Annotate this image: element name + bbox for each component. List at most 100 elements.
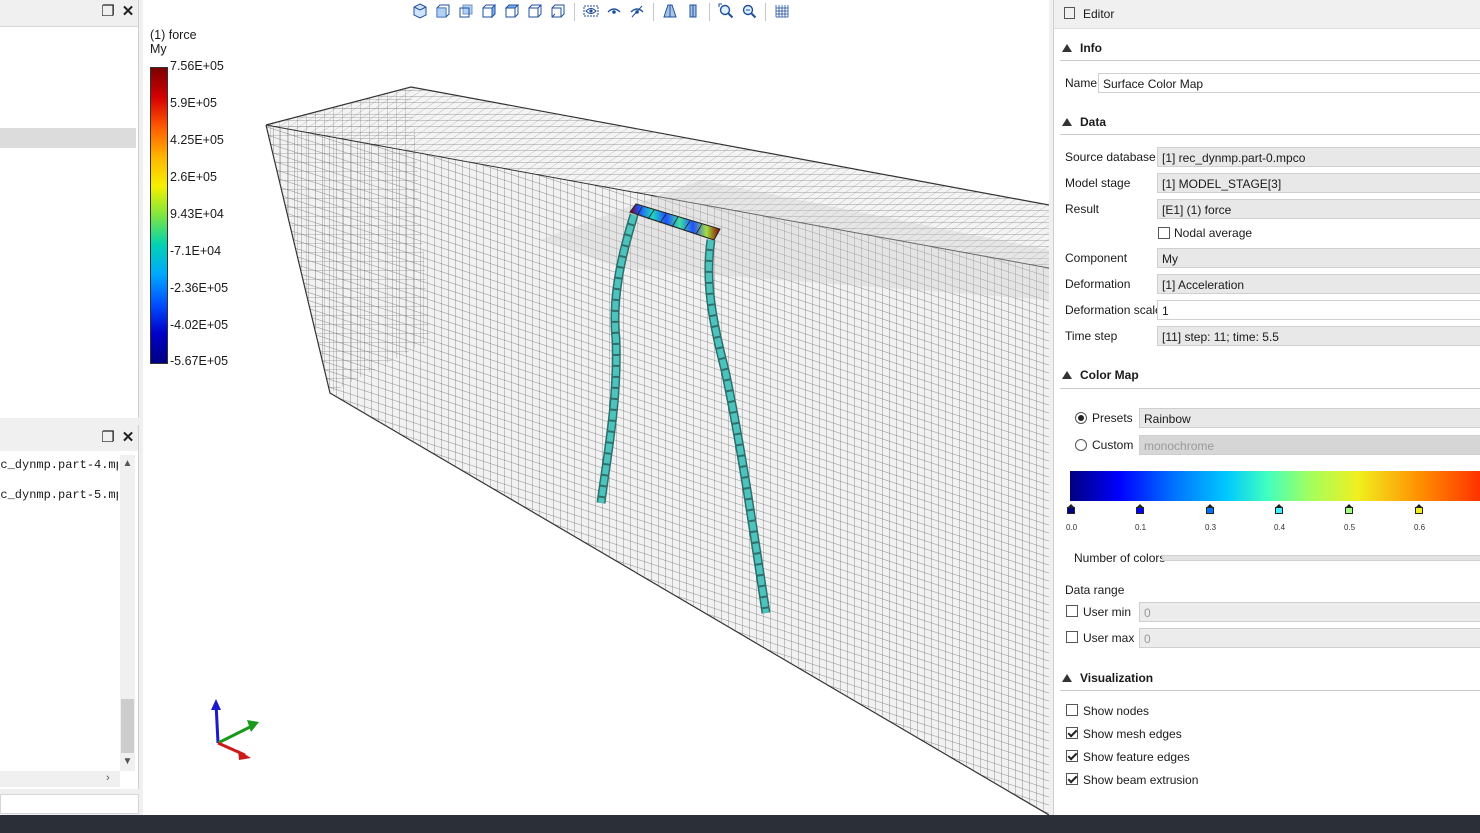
section-visualization[interactable]: Visualization — [1062, 671, 1153, 685]
restore-window-icon[interactable]: ❐ — [100, 430, 116, 446]
scrollbar-thumb[interactable] — [121, 699, 134, 753]
section-label: Info — [1080, 41, 1102, 55]
collapse-icon — [1062, 371, 1072, 379]
collapse-icon — [1062, 44, 1072, 52]
time-step-select[interactable]: [11] step: 11; time: 5.5 — [1157, 326, 1480, 346]
left-bottom-bar — [0, 794, 139, 814]
deformation-label: Deformation — [1065, 277, 1131, 291]
show-beam-extrusion-checkbox[interactable] — [1066, 773, 1078, 785]
show-feature-edges-checkbox[interactable] — [1066, 750, 1078, 762]
presets-radio[interactable] — [1075, 412, 1087, 424]
tree-selected-row[interactable] — [0, 128, 136, 148]
color-stop[interactable] — [1275, 504, 1283, 514]
color-stop-label: 0.0 — [1066, 523, 1078, 532]
custom-label: Custom — [1092, 438, 1134, 452]
data-range-label: Data range — [1065, 583, 1125, 597]
scroll-up-icon[interactable]: ▲ — [120, 457, 135, 471]
presets-select[interactable]: Rainbow — [1139, 408, 1480, 428]
horizontal-scrollbar[interactable]: › — [0, 771, 120, 787]
result-select[interactable]: [E1] (1) force — [1157, 199, 1480, 219]
user-min-input[interactable]: 0 — [1139, 602, 1480, 622]
legend-title-block: (1) force My — [150, 28, 197, 56]
eye-slash-icon[interactable] — [627, 1, 647, 21]
number-of-colors-slider[interactable] — [1162, 555, 1480, 561]
perspective-icon[interactable] — [660, 1, 680, 21]
custom-radio[interactable] — [1075, 439, 1087, 451]
file-item[interactable]: rec_dynmp.part-4.mpco — [0, 458, 118, 472]
grid-icon[interactable] — [772, 1, 792, 21]
view-back-icon[interactable] — [456, 1, 476, 21]
restore-window-icon[interactable]: ❐ — [100, 4, 116, 20]
status-bar — [0, 815, 1480, 833]
scroll-down-icon[interactable]: ▼ — [120, 755, 135, 769]
section-color-map[interactable]: Color Map — [1062, 368, 1139, 382]
section-label: Visualization — [1080, 671, 1154, 685]
legend-label: 5.9E+05 — [170, 96, 217, 110]
file-list-header: ❐ ✕ — [0, 425, 138, 451]
show-beam-extrusion-label: Show beam extrusion — [1083, 773, 1199, 787]
legend-label: -2.36E+05 — [170, 281, 229, 295]
section-info[interactable]: Info — [1062, 41, 1102, 55]
editor-panel: Editor Info Name Surface Color Map Data … — [1053, 0, 1480, 815]
toolbar-separator — [765, 3, 766, 21]
section-data[interactable]: Data — [1062, 115, 1106, 129]
deformation-select[interactable]: [1] Acceleration — [1157, 274, 1480, 294]
section-label: Data — [1080, 115, 1107, 129]
color-stop[interactable] — [1345, 504, 1353, 514]
custom-select[interactable]: monochrome — [1139, 435, 1480, 455]
view-right-icon[interactable] — [502, 1, 522, 21]
close-icon[interactable]: ✕ — [120, 430, 136, 446]
collapse-icon — [1062, 674, 1072, 682]
color-stop[interactable] — [1206, 504, 1214, 514]
eye-hide-icon[interactable] — [604, 1, 624, 21]
view-bottom-icon[interactable] — [548, 1, 568, 21]
show-mesh-edges-label: Show mesh edges — [1083, 727, 1182, 741]
result-label: Result — [1065, 202, 1100, 216]
close-icon[interactable]: ✕ — [120, 4, 136, 20]
model-stage-select[interactable]: [1] MODEL_STAGE[3] — [1157, 173, 1480, 193]
source-database-select[interactable]: [1] rec_dynmp.part-0.mpco — [1157, 147, 1480, 167]
show-nodes-label: Show nodes — [1083, 704, 1150, 718]
zoom-icon[interactable] — [739, 1, 759, 21]
component-label: Component — [1065, 251, 1128, 265]
color-map-preview[interactable] — [1070, 471, 1480, 501]
zoom-fit-icon[interactable] — [716, 1, 736, 21]
nodal-average-label: Nodal average — [1174, 226, 1253, 240]
color-stop[interactable] — [1067, 504, 1075, 514]
view-front-icon[interactable] — [433, 1, 453, 21]
view-toolbar — [410, 1, 792, 23]
show-mesh-edges-checkbox[interactable] — [1066, 727, 1078, 739]
user-max-checkbox[interactable] — [1066, 631, 1078, 643]
3d-viewport[interactable] — [143, 0, 1049, 815]
color-stop[interactable] — [1136, 504, 1144, 514]
view-iso-icon[interactable] — [410, 1, 430, 21]
vertical-scrollbar[interactable]: ▲ ▼ — [120, 455, 135, 771]
show-nodes-checkbox[interactable] — [1066, 704, 1078, 716]
legend-color-bar — [150, 67, 168, 364]
view-left-icon[interactable] — [479, 1, 499, 21]
legend-title: (1) force — [150, 28, 197, 42]
user-min-label: User min — [1083, 605, 1132, 619]
toolbar-separator — [709, 3, 710, 21]
file-item-label: rec_dynmp.part-4.mpco — [0, 458, 118, 472]
color-stop-label: 0.3 — [1205, 523, 1217, 532]
divider — [1060, 60, 1480, 61]
parallel-icon[interactable] — [683, 1, 703, 21]
color-stop[interactable] — [1415, 504, 1423, 514]
view-top-icon[interactable] — [525, 1, 545, 21]
user-max-input[interactable]: 0 — [1139, 628, 1480, 648]
mesh-view[interactable] — [143, 0, 1049, 815]
color-stop-label: 0.5 — [1344, 523, 1356, 532]
deformation-scale-input[interactable]: 1 — [1157, 300, 1480, 320]
editor-header: Editor — [1054, 0, 1480, 29]
eye-icon[interactable] — [581, 1, 601, 21]
name-field[interactable]: Surface Color Map — [1098, 73, 1480, 93]
divider — [1060, 388, 1480, 389]
component-select[interactable]: My — [1157, 248, 1480, 268]
model-stage-label: Model stage — [1065, 176, 1131, 190]
user-min-checkbox[interactable] — [1066, 605, 1078, 617]
nodal-average-checkbox[interactable] — [1158, 227, 1170, 239]
file-item[interactable]: rec_dynmp.part-5.mpco — [0, 488, 118, 502]
file-item-label: rec_dynmp.part-5.mpco — [0, 488, 118, 502]
scroll-right-icon[interactable]: › — [106, 772, 110, 784]
